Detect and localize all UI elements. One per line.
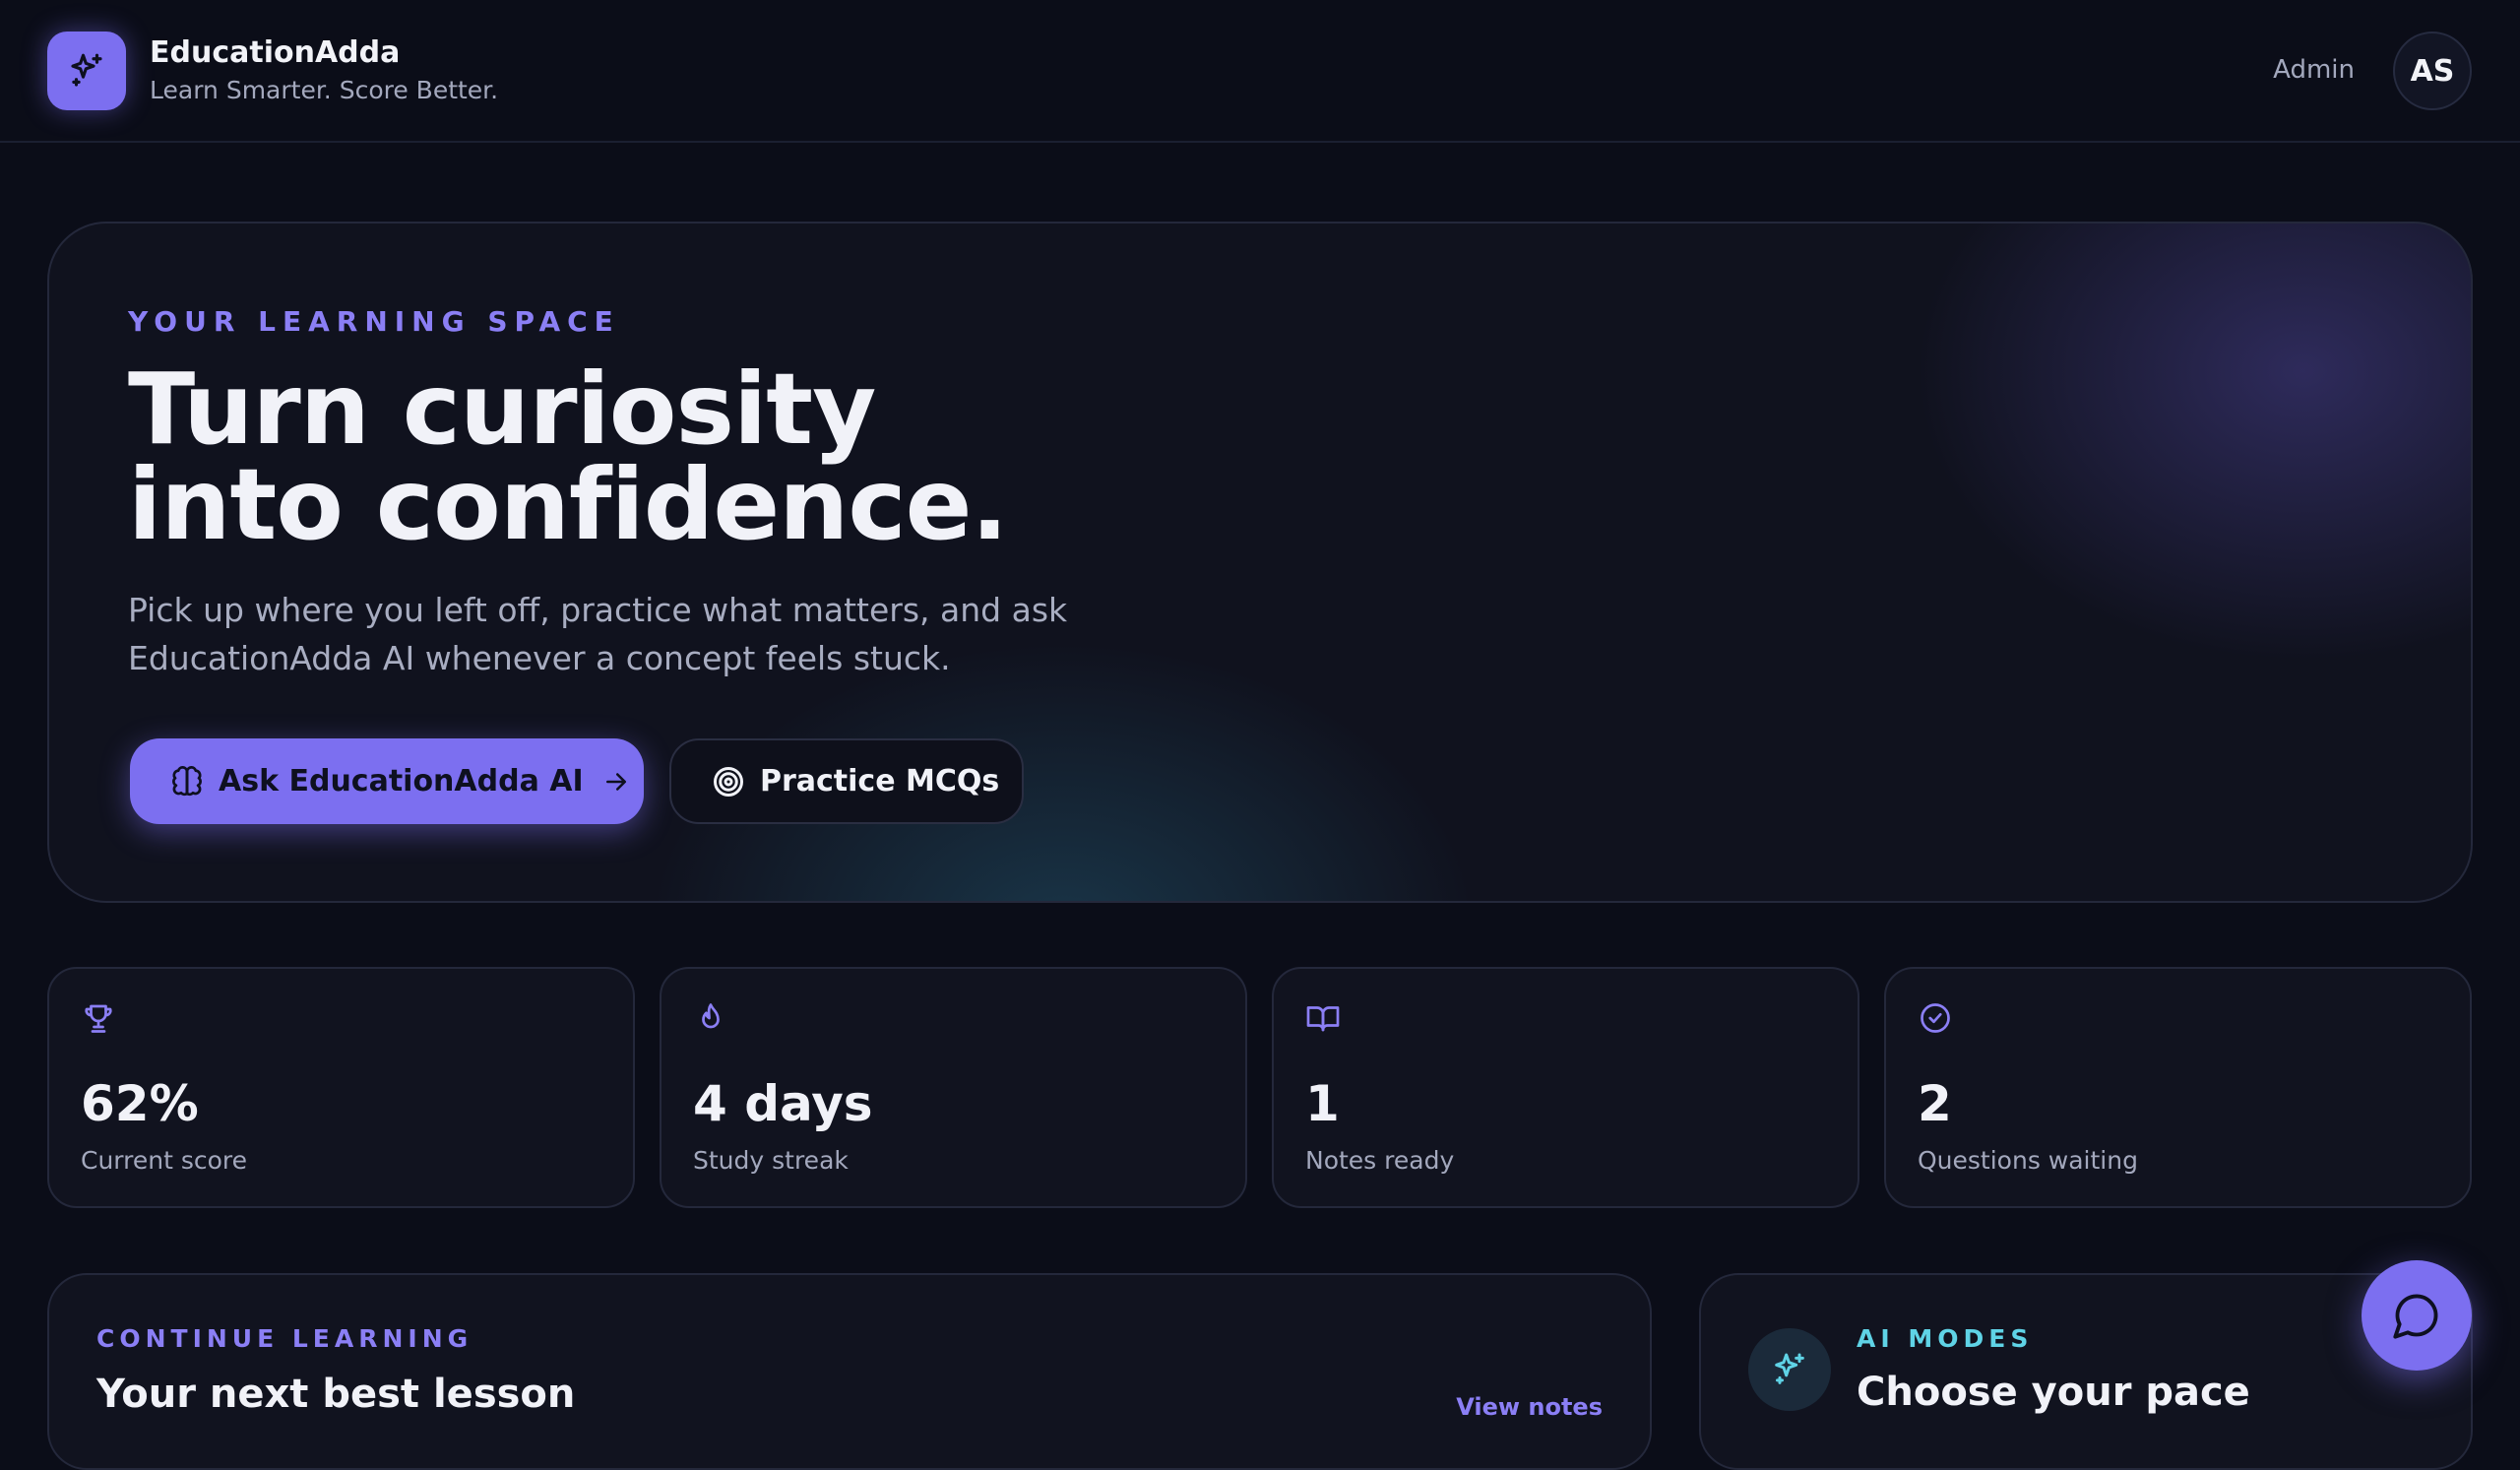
- ask-ai-label: Ask EducationAdda AI: [219, 764, 584, 799]
- practice-mcqs-label: Practice MCQs: [760, 764, 1000, 799]
- ai-modes-eyebrow: AI MODES: [1857, 1324, 2034, 1353]
- arrow-right-icon: [601, 767, 631, 797]
- chat-fab-button[interactable]: [2362, 1260, 2472, 1371]
- sparkles-icon: [1770, 1350, 1809, 1389]
- stat-value: 4 days: [693, 1075, 873, 1132]
- top-bar: EducationAdda Learn Smarter. Score Bette…: [0, 0, 2520, 143]
- hero-subtitle: Pick up where you left off, practice wha…: [128, 591, 1068, 677]
- stat-card-streak: 4 days Study streak: [660, 967, 1247, 1208]
- chat-bubble-icon: [2391, 1290, 2442, 1341]
- ai-modes-panel: AI MODES Choose your pace: [1699, 1273, 2473, 1470]
- stat-card-score: 62% Current score: [47, 967, 635, 1208]
- practice-mcqs-button[interactable]: Practice MCQs: [669, 738, 1024, 824]
- stat-label: Current score: [81, 1146, 248, 1175]
- book-open-icon: [1305, 1000, 1341, 1036]
- stat-label: Notes ready: [1305, 1146, 1455, 1175]
- hero-section: YOUR LEARNING SPACE Turn curiosity into …: [47, 222, 2473, 903]
- target-icon: [711, 764, 746, 799]
- trophy-icon: [81, 1000, 116, 1036]
- stat-value: 2: [1918, 1075, 1952, 1132]
- avatar[interactable]: AS: [2393, 32, 2472, 110]
- logo[interactable]: [47, 32, 126, 110]
- user-role: Admin: [2273, 55, 2355, 85]
- brand-tagline: Learn Smarter. Score Better.: [150, 76, 499, 104]
- stat-label: Study streak: [693, 1146, 849, 1175]
- hero-title: Turn curiosity into confidence.: [128, 360, 1309, 554]
- view-notes-link[interactable]: View notes: [1456, 1393, 1603, 1421]
- hero-title-line-2: into confidence.: [128, 447, 1008, 562]
- brand-name: EducationAdda: [150, 35, 401, 70]
- stat-card-questions: 2 Questions waiting: [1884, 967, 2472, 1208]
- ai-modes-title: Choose your pace: [1857, 1370, 2250, 1415]
- stat-value: 1: [1305, 1075, 1340, 1132]
- continue-learning-panel: CONTINUE LEARNING Your next best lesson …: [47, 1273, 1652, 1470]
- stat-card-notes: 1 Notes ready: [1272, 967, 1859, 1208]
- brain-icon: [169, 764, 205, 799]
- stat-value: 62%: [81, 1075, 199, 1132]
- hero-eyebrow: YOUR LEARNING SPACE: [128, 305, 620, 338]
- check-circle-icon: [1918, 1000, 1953, 1036]
- ask-ai-button[interactable]: Ask EducationAdda AI: [130, 738, 644, 824]
- flame-icon: [693, 1000, 728, 1036]
- ai-modes-icon-badge: [1748, 1328, 1831, 1411]
- continue-learning-title: Your next best lesson: [96, 1372, 576, 1417]
- stat-label: Questions waiting: [1918, 1146, 2138, 1175]
- continue-learning-eyebrow: CONTINUE LEARNING: [96, 1324, 473, 1353]
- sparkles-icon: [66, 50, 107, 92]
